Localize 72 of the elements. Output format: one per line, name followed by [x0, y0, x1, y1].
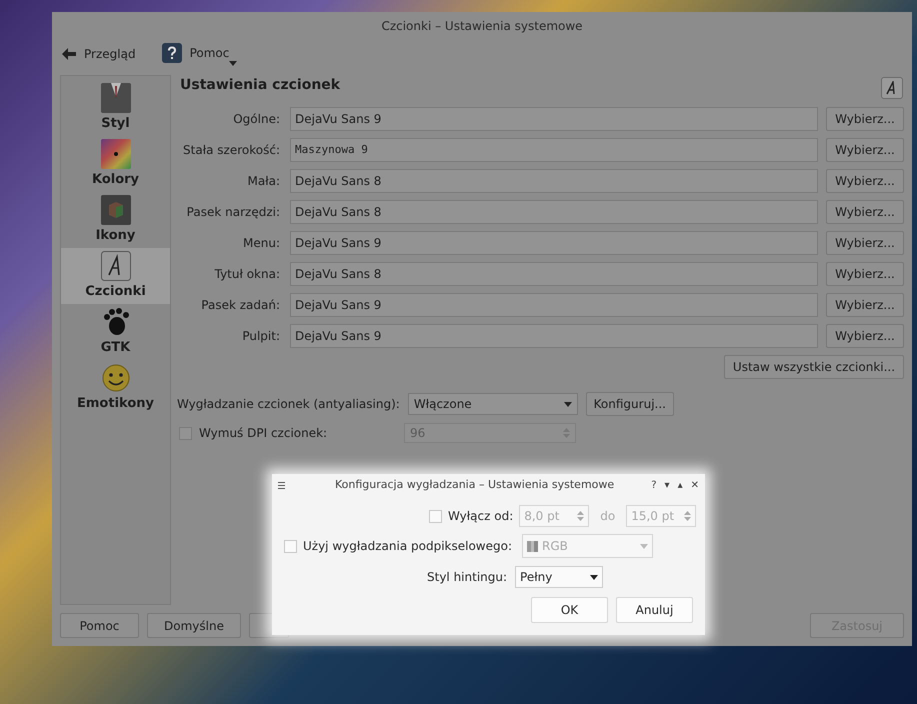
- choose-button[interactable]: Wybierz...: [826, 138, 904, 162]
- set-all-fonts-button[interactable]: Ustaw wszystkie czcionki...: [724, 355, 904, 379]
- letter-a-icon: [100, 250, 130, 281]
- rgb-stripes-icon: [527, 540, 538, 552]
- font-field: DejaVu Sans 9: [290, 107, 818, 131]
- choose-button[interactable]: Wybierz...: [826, 107, 904, 131]
- window-control[interactable]: ?: [651, 478, 657, 492]
- checkbox[interactable]: [179, 426, 192, 440]
- choose-button[interactable]: Wybierz...: [826, 262, 904, 286]
- spinner-arrows-icon: [577, 511, 584, 521]
- choose-button[interactable]: Wybierz...: [826, 231, 904, 255]
- checkbox[interactable]: [284, 540, 297, 552]
- toolbar-button[interactable]: Przegląd: [62, 45, 136, 63]
- dialog-button[interactable]: Pomoc: [60, 613, 139, 638]
- field-label: Tytuł okna:: [214, 266, 280, 283]
- help-icon: [162, 43, 182, 63]
- checkbox[interactable]: [429, 510, 442, 522]
- dropdown-caret-icon: [590, 574, 598, 580]
- dropdown-caret-icon: [640, 544, 648, 548]
- section-heading: Ustawienia czcionek: [180, 76, 340, 95]
- dialog-title: Konfiguracja wygładzania – Ustawienia systemowe: [335, 476, 616, 493]
- window-control[interactable]: ▾: [664, 478, 670, 492]
- dropdown-caret-icon: [229, 61, 238, 66]
- sidebar-item[interactable]: GTK: [61, 304, 170, 360]
- font-field: DejaVu Sans 9: [290, 324, 818, 348]
- font-field: DejaVu Sans 8: [290, 169, 818, 193]
- checkbox-label: Wymuś DPI czcionek:: [199, 425, 328, 442]
- hinting-dropdown[interactable]: Pełny: [515, 566, 604, 588]
- sidebar-item[interactable]: Kolory: [61, 136, 170, 192]
- window-control[interactable]: ✕: [690, 478, 699, 492]
- choose-button[interactable]: Wybierz...: [826, 293, 904, 317]
- font-field: Maszynowa 9: [290, 138, 818, 162]
- font-field: DejaVu Sans 9: [290, 293, 818, 317]
- checkbox-label: Użyj wygładzania podpikselowego:: [303, 538, 513, 555]
- dialog-button[interactable]: OK: [531, 597, 608, 623]
- sidebar-item[interactable]: Emotikony: [61, 360, 170, 416]
- spinner-arrows-icon: [684, 511, 692, 521]
- dialog-button[interactable]: Domyślne: [147, 613, 241, 638]
- field-label: Pasek zadań:: [200, 297, 280, 314]
- configure-button[interactable]: Konfiguruj...: [586, 392, 674, 416]
- sidebar-item[interactable]: Ikony: [61, 192, 170, 248]
- field-label: Mała:: [246, 173, 280, 190]
- font-field: DejaVu Sans 9: [290, 231, 818, 255]
- suit-icon: [100, 82, 130, 113]
- field-label: Menu:: [242, 235, 280, 252]
- smiley-icon: [100, 362, 130, 393]
- choose-button[interactable]: Wybierz...: [826, 200, 904, 224]
- font-field: DejaVu Sans 8: [290, 200, 818, 224]
- window-control[interactable]: ▴: [678, 478, 683, 492]
- spinner-arrows-icon: [563, 428, 570, 438]
- cube-icon: [100, 194, 130, 225]
- sidebar-item[interactable]: Czcionki: [61, 248, 170, 304]
- field-label: do: [600, 508, 616, 525]
- toolbar-button[interactable]: Pomoc: [162, 39, 238, 69]
- choose-button[interactable]: Wybierz...: [826, 169, 904, 193]
- menu-icon[interactable]: [278, 482, 285, 488]
- choose-button[interactable]: Wybierz...: [826, 324, 904, 348]
- dialog-button[interactable]: Anuluj: [616, 597, 693, 623]
- font-style-icon: [881, 77, 903, 99]
- field-label: Pulpit:: [241, 328, 280, 345]
- font-field: DejaVu Sans 8: [290, 262, 818, 286]
- sidebar-item[interactable]: Styl: [61, 80, 170, 136]
- window-title: Czcionki – Ustawienia systemowe: [380, 18, 584, 35]
- antialiasing-dropdown[interactable]: Włączone: [408, 393, 578, 415]
- field-label: Ogólne:: [232, 111, 280, 128]
- dropdown-caret-icon: [564, 402, 572, 406]
- field-label: Stała szerokość:: [182, 142, 280, 159]
- field-label: Styl hintingu:: [427, 569, 508, 586]
- field-label: Wygładzanie czcionek (antyaliasing):: [177, 396, 400, 413]
- checkbox-label: Wyłącz od:: [448, 508, 514, 525]
- field-label: Pasek narzędzi:: [186, 204, 280, 221]
- back-arrow-icon: [62, 48, 76, 60]
